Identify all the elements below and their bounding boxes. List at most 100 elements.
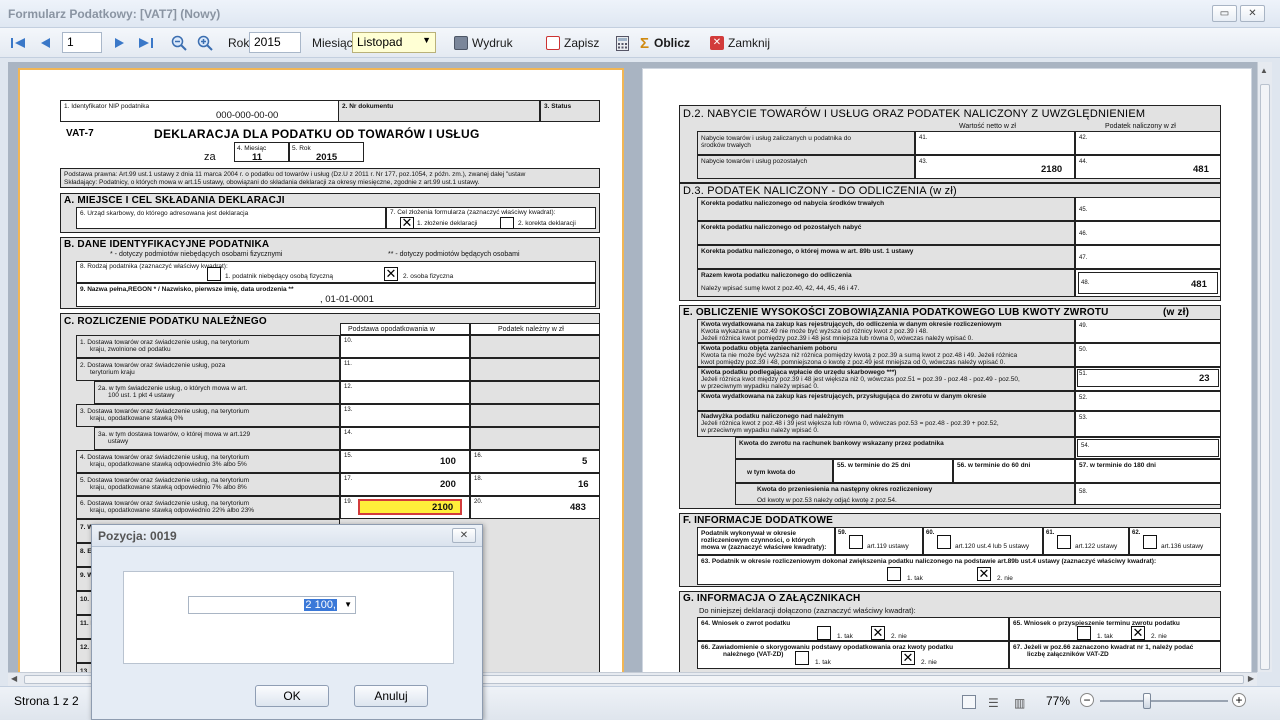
checkbox-f62[interactable] [1143, 535, 1157, 549]
label-f60: art.120 ust.4 lub 5 ustawy [955, 543, 1030, 550]
vertical-scrollbar[interactable]: ▲ [1257, 62, 1272, 672]
first-page-icon[interactable] [8, 33, 28, 53]
month-box-value: 11 [252, 152, 263, 163]
checkbox-g64-nie[interactable]: ✕ [871, 626, 885, 640]
cancel-button[interactable]: Anuluj [354, 685, 428, 707]
base-cell[interactable] [340, 358, 470, 381]
base-cell[interactable] [340, 404, 470, 427]
field-41[interactable] [915, 131, 1075, 155]
amount-dropdown-icon[interactable]: ▼ [344, 600, 352, 609]
base-cell[interactable] [340, 427, 470, 450]
close-window-button[interactable]: ✕ [1240, 5, 1265, 22]
row-desc-2: kraju, opodatkowane stawką 0% [90, 415, 184, 422]
field-n50[interactable] [1075, 343, 1221, 367]
zoom-slider-handle[interactable] [1143, 693, 1151, 709]
n42: 42. [1079, 135, 1088, 141]
base-cell[interactable] [340, 335, 470, 358]
taxpayer-type-label: 8. Rodzaj podatnika (zaznaczyć właściwy … [80, 263, 228, 270]
d2-col1: Wartość netto w zł [959, 123, 1016, 130]
checkbox-g66-nie[interactable]: ✕ [901, 651, 915, 665]
zoom-slider-track[interactable] [1100, 700, 1228, 702]
scroll-up-icon[interactable]: ▲ [1260, 66, 1268, 75]
continuous-page-icon[interactable]: ☰ [988, 696, 999, 710]
checkbox-f61[interactable] [1057, 535, 1071, 549]
dialog-panel: 2 100, ▼ [123, 571, 454, 664]
zoom-plus-icon[interactable]: + [1232, 693, 1246, 707]
checkbox-submission[interactable]: ✕ [400, 216, 414, 229]
row-desc: w tym kwota do [747, 469, 796, 476]
checkbox-g65-tak[interactable] [1077, 626, 1091, 640]
row-desc: Razem kwota podatku naliczonego do odlic… [701, 272, 852, 279]
field-n52[interactable] [1075, 391, 1221, 411]
field-n45[interactable] [1075, 197, 1221, 221]
multi-page-icon[interactable]: ▥ [1014, 696, 1025, 710]
checkbox-legal-entity[interactable] [207, 267, 221, 281]
zoom-minus-icon[interactable]: − [1080, 693, 1094, 707]
amount-input[interactable]: 2 100, ▼ [188, 596, 356, 614]
checkbox-f63-tak[interactable] [887, 567, 901, 581]
minimize-button[interactable]: ▭ [1212, 5, 1237, 22]
checkbox-g66-tak[interactable] [795, 651, 809, 665]
checkbox-g64-tak[interactable] [817, 626, 831, 640]
checkbox-f60[interactable] [937, 535, 951, 549]
scroll-right-icon[interactable]: ▶ [1248, 674, 1254, 683]
base-num: 11. [344, 361, 352, 367]
b-note-2: ** - dotyczy podmiotów będących osobami [388, 251, 520, 258]
form-title: DEKLARACJA DLA PODATKU OD TOWARÓW I USŁU… [154, 127, 480, 141]
checkbox-f63-nie[interactable]: ✕ [977, 567, 991, 581]
zoom-in-icon[interactable] [195, 33, 215, 53]
row-desc-2: kraju, opodatkowane stawką odpowiednio 2… [90, 507, 255, 514]
field-n49[interactable] [1075, 319, 1221, 343]
last-page-icon[interactable] [136, 33, 156, 53]
form-code: VAT-7 [66, 128, 94, 139]
scroll-left-icon[interactable]: ◀ [11, 674, 17, 683]
vertical-scroll-thumb[interactable] [1260, 84, 1270, 670]
field-n46[interactable] [1075, 221, 1221, 245]
close-form-button[interactable]: ✕ Zamknij [710, 33, 770, 53]
value-43: 2180 [1041, 164, 1063, 175]
checkbox-correction[interactable] [500, 217, 514, 229]
tax-num: 18. [474, 476, 483, 482]
n44: 44. [1079, 159, 1088, 165]
section-d3-title: D.3. PODATEK NALICZONY - DO ODLICZENIA (… [683, 185, 957, 197]
calculate-button[interactable]: Σ Oblicz [640, 33, 690, 53]
f63-nie: 2. nie [997, 575, 1013, 582]
print-button[interactable]: Wydruk [454, 33, 513, 53]
correction-label: 2. korekta deklaracji [518, 220, 576, 227]
page-number-input[interactable]: 1 [62, 32, 102, 53]
dialog-close-icon[interactable]: ✕ [452, 528, 476, 543]
checkbox-f59[interactable] [849, 535, 863, 549]
save-button[interactable]: Zapisz [546, 33, 599, 53]
next-page-icon[interactable] [110, 33, 130, 53]
zoom-out-icon[interactable] [169, 33, 189, 53]
field-42[interactable] [1075, 131, 1221, 155]
field-n53[interactable] [1075, 411, 1221, 437]
prev-page-icon[interactable] [35, 33, 55, 53]
label-f61: art.122 ustawy [1075, 543, 1118, 550]
section-g-title: G. INFORMACJA O ZAŁĄCZNIKACH [683, 593, 861, 604]
legal-entity-label: 1. podatnik niebędący osobą fizyczną [225, 273, 334, 280]
name-label: 9. Nazwa pełna,REGON * / Nazwisko, pierw… [80, 286, 294, 293]
field-n47[interactable] [1075, 245, 1221, 269]
row-desc: 3a. w tym dostawa towarów, o której mowa… [98, 431, 251, 438]
year-input[interactable]: 2015 [249, 32, 301, 53]
calculator-icon[interactable] [612, 33, 632, 53]
base-num: 10. [344, 338, 353, 344]
tax-cell[interactable] [470, 450, 600, 473]
field-58[interactable] [1075, 483, 1221, 505]
d2-col2: Podatek naliczony w zł [1105, 123, 1176, 130]
row-desc-2: kraju, opodatkowane stawką odpowiednio 3… [90, 461, 247, 468]
month-select[interactable]: Listopad ▼ [352, 32, 436, 53]
checkbox-g65-nie[interactable]: ✕ [1131, 626, 1145, 640]
base-value: 100 [440, 456, 456, 467]
base-cell[interactable] [340, 381, 470, 404]
label-f62: art.136 ustawy [1161, 543, 1204, 550]
g67-label-2: liczbę załączników VAT-ZD [1027, 651, 1109, 658]
row-desc: Kwota wydatkowana na zakup kas rejestruj… [701, 393, 987, 400]
checkbox-natural-person[interactable]: ✕ [384, 267, 398, 281]
amount-value: 2 100, [304, 599, 337, 611]
ok-button[interactable]: OK [255, 685, 329, 707]
period-za: za [204, 151, 216, 163]
single-page-icon[interactable] [962, 695, 976, 709]
num: 46. [1079, 231, 1088, 237]
